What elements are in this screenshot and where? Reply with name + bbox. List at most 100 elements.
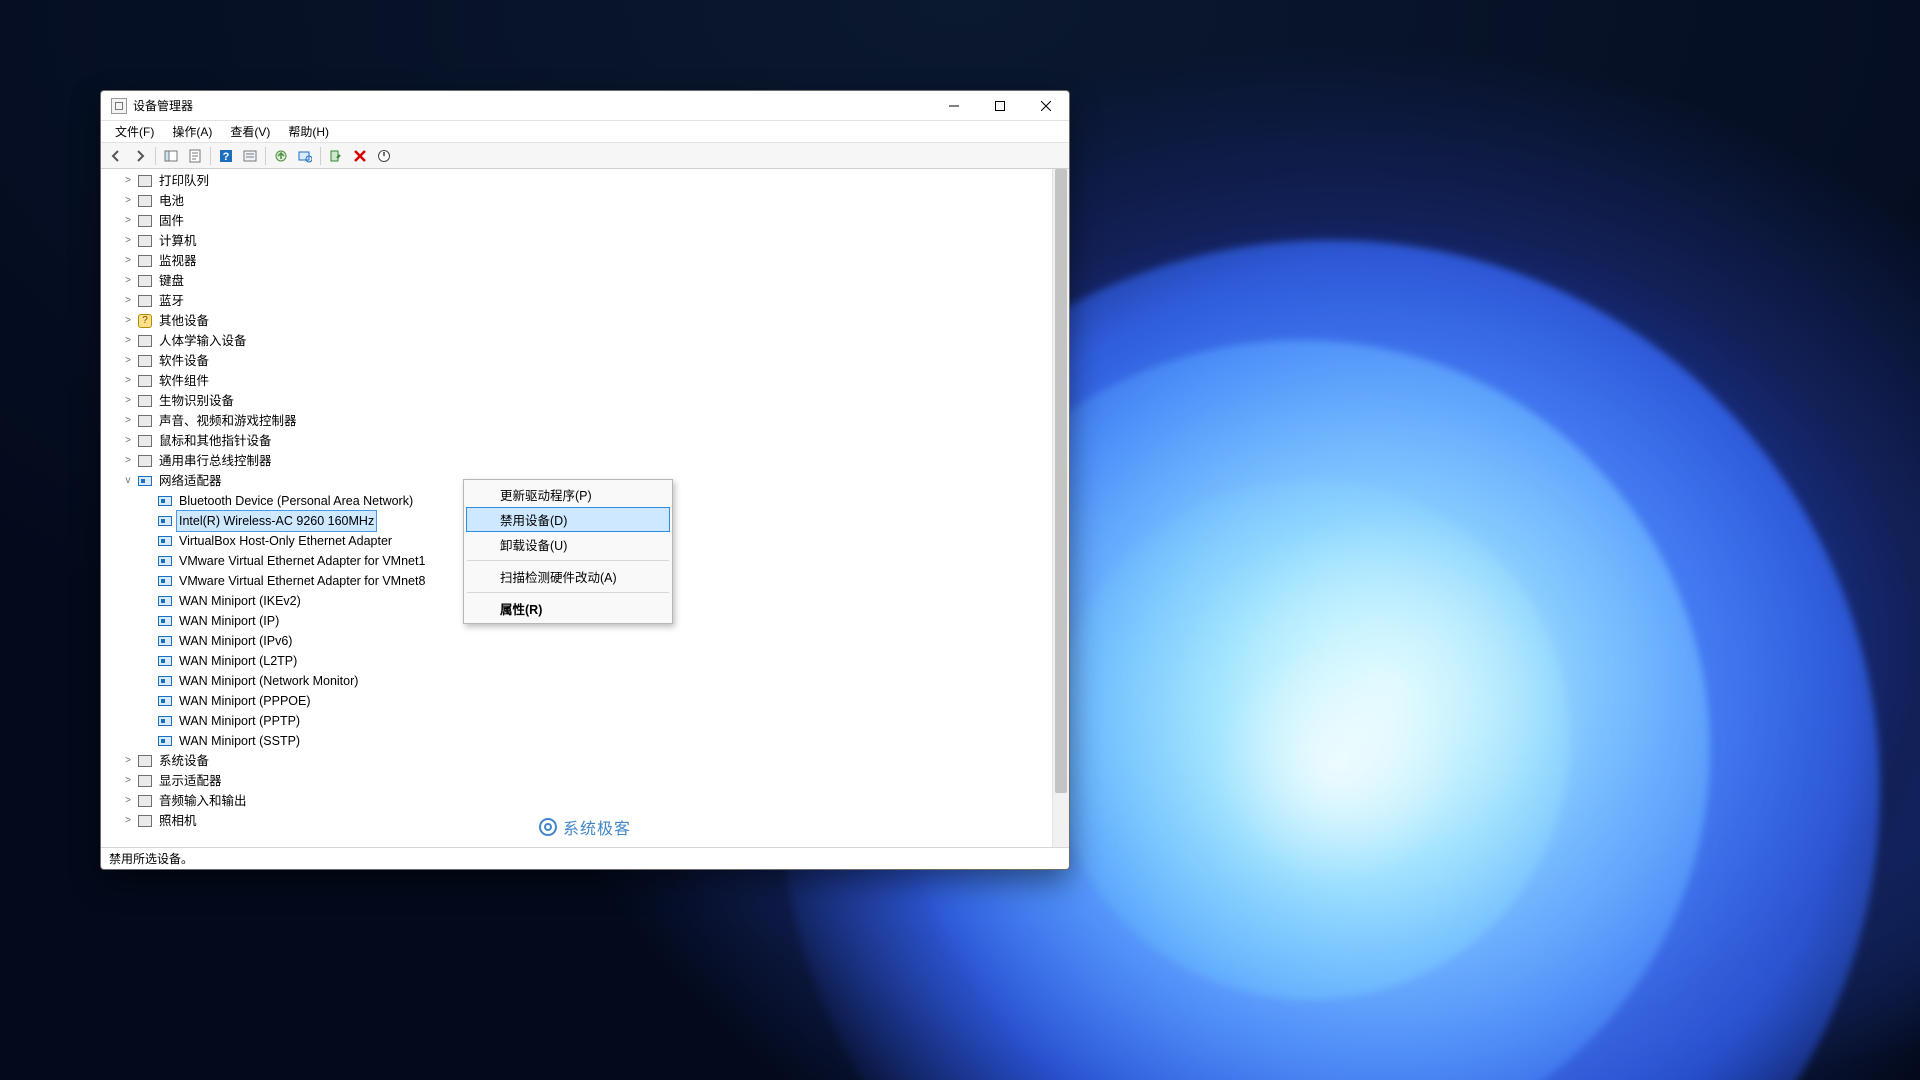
tree-node-bluetooth[interactable]: 蓝牙: [103, 291, 1069, 311]
tree-node-audio-io[interactable]: 音频输入和输出: [103, 791, 1069, 811]
network-adapter-icon: [157, 533, 173, 549]
tree-node-wan-ipv6[interactable]: WAN Miniport (IPv6): [103, 631, 1069, 651]
device-category-icon: [137, 213, 153, 229]
tree-node-label: 蓝牙: [157, 291, 186, 311]
chevron-right-icon[interactable]: [121, 291, 135, 311]
tree-node-label: 声音、视频和游戏控制器: [157, 411, 299, 431]
device-category-icon: [137, 413, 153, 429]
tree-node-label: 其他设备: [157, 311, 211, 331]
close-button[interactable]: [1023, 91, 1069, 120]
tree-node-other-devices[interactable]: 其他设备: [103, 311, 1069, 331]
tree-node-system-devices[interactable]: 系统设备: [103, 751, 1069, 771]
tree-node-hid[interactable]: 人体学输入设备: [103, 331, 1069, 351]
device-category-icon: [137, 333, 153, 349]
help-button[interactable]: ?: [215, 145, 237, 167]
tree-node-firmware[interactable]: 固件: [103, 211, 1069, 231]
tree-node-wan-netmon[interactable]: WAN Miniport (Network Monitor): [103, 671, 1069, 691]
uninstall-device-button[interactable]: [349, 145, 371, 167]
context-menu-disable[interactable]: 禁用设备(D): [466, 507, 670, 532]
chevron-right-icon[interactable]: [121, 331, 135, 351]
tree-node-keyboards[interactable]: 键盘: [103, 271, 1069, 291]
tree-node-software-devices[interactable]: 软件设备: [103, 351, 1069, 371]
minimize-button[interactable]: [931, 91, 977, 120]
toolbar: ?: [101, 143, 1069, 169]
tree-node-audio-video-game[interactable]: 声音、视频和游戏控制器: [103, 411, 1069, 431]
chevron-right-icon[interactable]: [121, 311, 135, 331]
context-menu-scan-hw[interactable]: 扫描检测硬件改动(A): [466, 564, 670, 589]
tree-node-batteries[interactable]: 电池: [103, 191, 1069, 211]
enable-device-button[interactable]: [325, 145, 347, 167]
context-menu-properties[interactable]: 属性(R): [466, 596, 670, 621]
back-button[interactable]: [105, 145, 127, 167]
scrollbar-thumb[interactable]: [1055, 169, 1067, 793]
chevron-right-icon[interactable]: [121, 271, 135, 291]
update-driver-button[interactable]: [270, 145, 292, 167]
tree-node-label: VMware Virtual Ethernet Adapter for VMne…: [177, 551, 427, 571]
vertical-scrollbar[interactable]: [1052, 169, 1069, 847]
chevron-right-icon[interactable]: [121, 751, 135, 771]
action-button[interactable]: [239, 145, 261, 167]
device-category-icon: [137, 453, 153, 469]
tree-node-label: 网络适配器: [157, 471, 224, 491]
network-adapter-icon: [157, 553, 173, 569]
network-adapter-icon: [157, 573, 173, 589]
context-menu-uninstall[interactable]: 卸载设备(U): [466, 532, 670, 557]
chevron-right-icon[interactable]: [121, 231, 135, 251]
chevron-right-icon[interactable]: [121, 431, 135, 451]
tree-node-label: 打印队列: [157, 171, 211, 191]
chevron-right-icon[interactable]: [121, 391, 135, 411]
network-adapter-icon: [157, 713, 173, 729]
scan-hardware-button[interactable]: [294, 145, 316, 167]
maximize-button[interactable]: [977, 91, 1023, 120]
chevron-right-icon[interactable]: [121, 791, 135, 811]
chevron-right-icon[interactable]: [121, 351, 135, 371]
network-adapter-icon: [137, 473, 153, 489]
titlebar[interactable]: 设备管理器: [101, 91, 1069, 121]
tree-node-label: VMware Virtual Ethernet Adapter for VMne…: [177, 571, 427, 591]
chevron-right-icon[interactable]: [121, 211, 135, 231]
tree-node-computer[interactable]: 计算机: [103, 231, 1069, 251]
chevron-right-icon[interactable]: [121, 811, 135, 831]
tree-node-label: 鼠标和其他指针设备: [157, 431, 274, 451]
tree-node-usb-controllers[interactable]: 通用串行总线控制器: [103, 451, 1069, 471]
chevron-down-icon[interactable]: [121, 471, 135, 491]
device-category-icon: [137, 173, 153, 189]
tree-node-mice[interactable]: 鼠标和其他指针设备: [103, 431, 1069, 451]
chevron-right-icon[interactable]: [121, 411, 135, 431]
tree-node-monitors[interactable]: 监视器: [103, 251, 1069, 271]
tree-node-wan-pptp[interactable]: WAN Miniport (PPTP): [103, 711, 1069, 731]
tree-node-biometric[interactable]: 生物识别设备: [103, 391, 1069, 411]
tree-node-software-components[interactable]: 软件组件: [103, 371, 1069, 391]
context-menu: 更新驱动程序(P)禁用设备(D)卸载设备(U) 扫描检测硬件改动(A) 属性(R): [463, 479, 673, 624]
tree-node-label: 软件设备: [157, 351, 211, 371]
menu-file[interactable]: 文件(F): [107, 121, 162, 142]
chevron-right-icon[interactable]: [121, 251, 135, 271]
chevron-right-icon[interactable]: [121, 191, 135, 211]
show-hide-console-tree-button[interactable]: [160, 145, 182, 167]
properties-button[interactable]: [184, 145, 206, 167]
tree-node-wan-pppoe[interactable]: WAN Miniport (PPPOE): [103, 691, 1069, 711]
menubar: 文件(F)操作(A)查看(V)帮助(H): [101, 121, 1069, 143]
forward-button[interactable]: [129, 145, 151, 167]
menu-help[interactable]: 帮助(H): [280, 121, 337, 142]
menu-action[interactable]: 操作(A): [164, 121, 220, 142]
device-category-icon: [137, 373, 153, 389]
network-adapter-icon: [157, 593, 173, 609]
chevron-right-icon[interactable]: [121, 451, 135, 471]
chevron-right-icon[interactable]: [121, 171, 135, 191]
context-menu-separator: [467, 592, 669, 593]
chevron-right-icon[interactable]: [121, 371, 135, 391]
tree-node-label: 软件组件: [157, 371, 211, 391]
chevron-right-icon[interactable]: [121, 771, 135, 791]
statusbar: 禁用所选设备。: [101, 847, 1069, 869]
tree-node-label: WAN Miniport (IPv6): [177, 631, 294, 651]
context-menu-update-driver[interactable]: 更新驱动程序(P): [466, 482, 670, 507]
tree-node-print-queues[interactable]: 打印队列: [103, 171, 1069, 191]
tree-node-wan-l2tp[interactable]: WAN Miniport (L2TP): [103, 651, 1069, 671]
tree-node-label: WAN Miniport (PPPOE): [177, 691, 313, 711]
disable-device-button[interactable]: [373, 145, 395, 167]
tree-node-wan-sstp[interactable]: WAN Miniport (SSTP): [103, 731, 1069, 751]
tree-node-label: WAN Miniport (PPTP): [177, 711, 302, 731]
menu-view[interactable]: 查看(V): [222, 121, 278, 142]
tree-node-display-adapters[interactable]: 显示适配器: [103, 771, 1069, 791]
